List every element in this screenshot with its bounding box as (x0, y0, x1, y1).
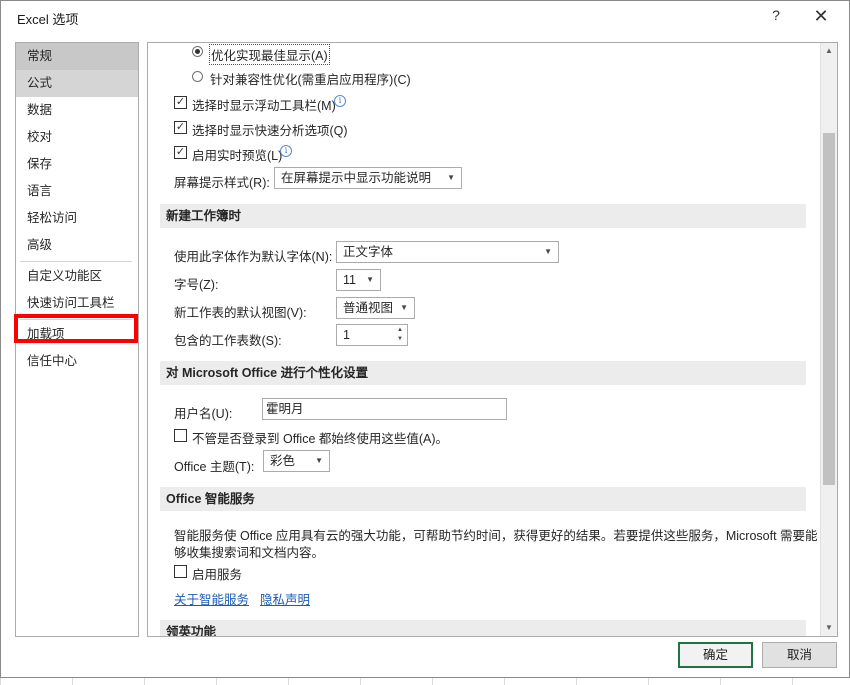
screentip-style-dropdown[interactable]: 在屏幕提示中显示功能说明 ▼ (274, 167, 462, 189)
nav-item-trust-center[interactable]: 信任中心 (16, 348, 138, 375)
checkbox-enable-services[interactable] (174, 565, 187, 578)
office-theme-dropdown[interactable]: 彩色 ▼ (263, 450, 330, 472)
scroll-up-icon[interactable]: ▲ (821, 43, 837, 59)
title-bar: Excel 选项 ? ✕ (1, 1, 849, 31)
chevron-down-icon: ▼ (366, 275, 374, 284)
info-icon: i (280, 145, 292, 157)
section-header-personalize: 对 Microsoft Office 进行个性化设置 (160, 361, 806, 385)
chevron-down-icon: ▼ (447, 173, 455, 182)
about-intelligent-services-link[interactable]: 关于智能服务 (174, 589, 249, 608)
sheet-count-value: 1 (343, 328, 350, 342)
chevron-down-icon: ▼ (400, 303, 408, 312)
section-header-intelligent-services: Office 智能服务 (160, 487, 806, 511)
cancel-button[interactable]: 取消 (762, 642, 837, 668)
checkbox-quick-analysis[interactable]: ✓ (174, 121, 187, 134)
default-view-value: 普通视图 (343, 301, 394, 315)
nav-item-language[interactable]: 语言 (16, 178, 138, 205)
window-title: Excel 选项 (17, 12, 79, 27)
close-icon[interactable]: ✕ (807, 4, 835, 28)
sheet-count-label: 包含的工作表数(S): (174, 334, 282, 348)
radio-optimize-best[interactable] (192, 46, 203, 57)
nav-item-proofing[interactable]: 校对 (16, 124, 138, 151)
radio-optimize-compat-label: 针对兼容性优化(需重启应用程序)(C) (210, 73, 411, 87)
default-view-dropdown[interactable]: 普通视图 ▼ (336, 297, 415, 319)
nav-item-accessibility[interactable]: 轻松访问 (16, 205, 138, 232)
username-label: 用户名(U): (174, 407, 233, 421)
checkbox-always-use-values[interactable] (174, 429, 187, 442)
office-theme-value: 彩色 (270, 454, 296, 468)
scroll-down-icon[interactable]: ▼ (821, 620, 837, 636)
checkbox-mini-toolbar-label: 选择时显示浮动工具栏(M) (192, 99, 336, 113)
nav-item-data[interactable]: 数据 (16, 97, 138, 124)
help-button[interactable]: ? (766, 7, 786, 23)
nav-item-general[interactable]: 常规 (16, 43, 138, 70)
intelligent-services-description-cont: 够收集搜索词和文档内容。 (174, 546, 325, 560)
radio-optimize-best-label: 优化实现最佳显示(A) (209, 44, 330, 65)
checkbox-always-use-values-label: 不管是否登录到 Office 都始终使用这些值(A)。 (192, 432, 449, 446)
default-font-value: 正文字体 (343, 245, 394, 259)
excel-options-dialog: Excel 选项 ? ✕ 常规 公式 数据 校对 保存 语言 轻松访问 高级 自… (0, 0, 850, 678)
checkbox-quick-analysis-label: 选择时显示快速分析选项(Q) (192, 124, 348, 138)
screentip-style-value: 在屏幕提示中显示功能说明 (281, 171, 432, 185)
section-header-linkedin: 领英功能 (160, 620, 806, 636)
sheet-count-stepper[interactable]: 1 ▲ ▼ (336, 324, 408, 346)
add-ins-highlight-box (14, 314, 138, 343)
info-icon: i (334, 95, 346, 107)
checkbox-live-preview[interactable]: ✓ (174, 146, 187, 159)
stepper-down-icon[interactable]: ▼ (395, 335, 405, 344)
default-view-label: 新工作表的默认视图(V): (174, 306, 307, 320)
stepper-up-icon[interactable]: ▲ (395, 326, 405, 335)
screentip-style-label: 屏幕提示样式(R): (174, 176, 270, 190)
font-size-value: 11 (343, 273, 356, 287)
options-content-panel: 优化实现最佳显示(A) 针对兼容性优化(需重启应用程序)(C) ✓ 选择时显示浮… (147, 42, 838, 637)
nav-item-save[interactable]: 保存 (16, 151, 138, 178)
default-font-label: 使用此字体作为默认字体(N): (174, 250, 333, 264)
username-field[interactable]: 霍明月 (262, 398, 507, 420)
nav-item-quick-access-toolbar[interactable]: 快速访问工具栏 (16, 290, 138, 317)
nav-item-formulas[interactable]: 公式 (16, 70, 138, 97)
scroll-thumb[interactable] (823, 133, 835, 485)
ok-button[interactable]: 确定 (678, 642, 753, 668)
default-font-dropdown[interactable]: 正文字体 ▼ (336, 241, 559, 263)
checkbox-enable-services-label: 启用服务 (192, 568, 243, 582)
nav-divider (20, 261, 132, 262)
office-theme-label: Office 主题(T): (174, 460, 255, 474)
section-header-new-workbook: 新建工作簿时 (160, 204, 806, 228)
checkbox-live-preview-label: 启用实时预览(L) (192, 149, 283, 163)
font-size-label: 字号(Z): (174, 278, 219, 292)
content-scrollbar[interactable]: ▲ ▼ (820, 43, 837, 636)
nav-item-customize-ribbon[interactable]: 自定义功能区 (16, 263, 138, 290)
radio-optimize-compat[interactable] (192, 71, 203, 82)
font-size-dropdown[interactable]: 11 ▼ (336, 269, 381, 291)
chevron-down-icon: ▼ (544, 247, 552, 256)
chevron-down-icon: ▼ (315, 456, 323, 465)
nav-item-advanced[interactable]: 高级 (16, 232, 138, 259)
checkbox-mini-toolbar[interactable]: ✓ (174, 96, 187, 109)
privacy-statement-link[interactable]: 隐私声明 (260, 589, 310, 608)
